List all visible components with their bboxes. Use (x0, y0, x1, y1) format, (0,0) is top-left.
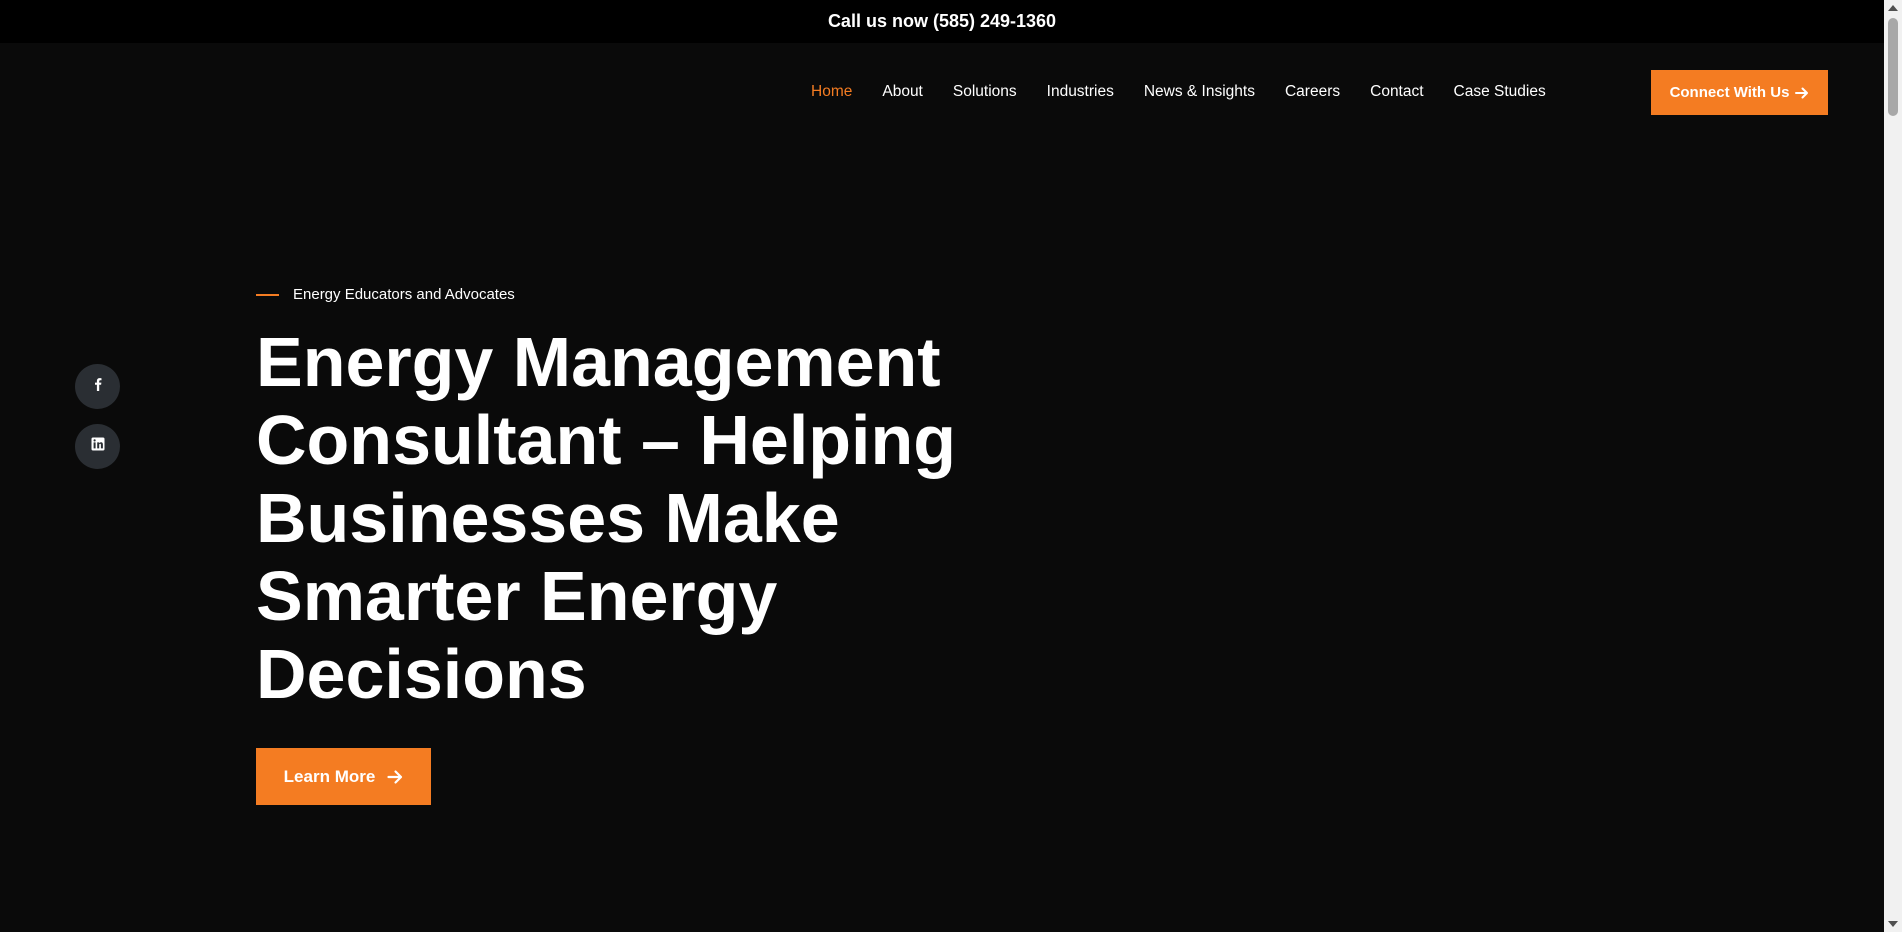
nav-item-industries[interactable]: Industries (1047, 83, 1114, 101)
nav-item-contact[interactable]: Contact (1370, 83, 1423, 101)
facebook-link[interactable] (75, 364, 120, 409)
learn-more-label: Learn More (283, 766, 376, 786)
scroll-down-icon[interactable] (1888, 921, 1898, 927)
scroll-thumb[interactable] (1888, 18, 1898, 116)
arrow-right-icon (1795, 86, 1809, 100)
linkedin-link[interactable] (75, 424, 120, 469)
phone-callout[interactable]: Call us now (585) 249-1360 (828, 11, 1056, 32)
page: Call us now (585) 249-1360 Home About So… (0, 0, 1902, 932)
learn-more-button[interactable]: Learn More (256, 748, 431, 805)
linkedin-icon (91, 437, 105, 456)
hero-title: Energy Management Consultant – Helping B… (256, 323, 956, 713)
top-bar: Call us now (585) 249-1360 (0, 0, 1884, 43)
nav-item-news-insights[interactable]: News & Insights (1144, 83, 1255, 101)
scroll-up-icon[interactable] (1888, 5, 1898, 11)
nav-item-home[interactable]: Home (811, 83, 852, 101)
page-scrollbar[interactable] (1884, 0, 1902, 932)
nav-item-about[interactable]: About (882, 83, 923, 101)
facebook-icon (91, 377, 105, 396)
nav-item-solutions[interactable]: Solutions (953, 83, 1017, 101)
connect-with-us-button[interactable]: Connect With Us (1651, 70, 1828, 115)
nav-item-case-studies[interactable]: Case Studies (1454, 83, 1546, 101)
accent-line (256, 293, 279, 296)
eyebrow-text: Energy Educators and Advocates (293, 286, 515, 303)
nav-item-careers[interactable]: Careers (1285, 83, 1340, 101)
main-nav: Home About Solutions Industries News & I… (811, 83, 1576, 101)
arrow-right-icon (387, 769, 403, 785)
connect-with-us-label: Connect With Us (1669, 84, 1790, 101)
hero-eyebrow: Energy Educators and Advocates (256, 286, 515, 303)
